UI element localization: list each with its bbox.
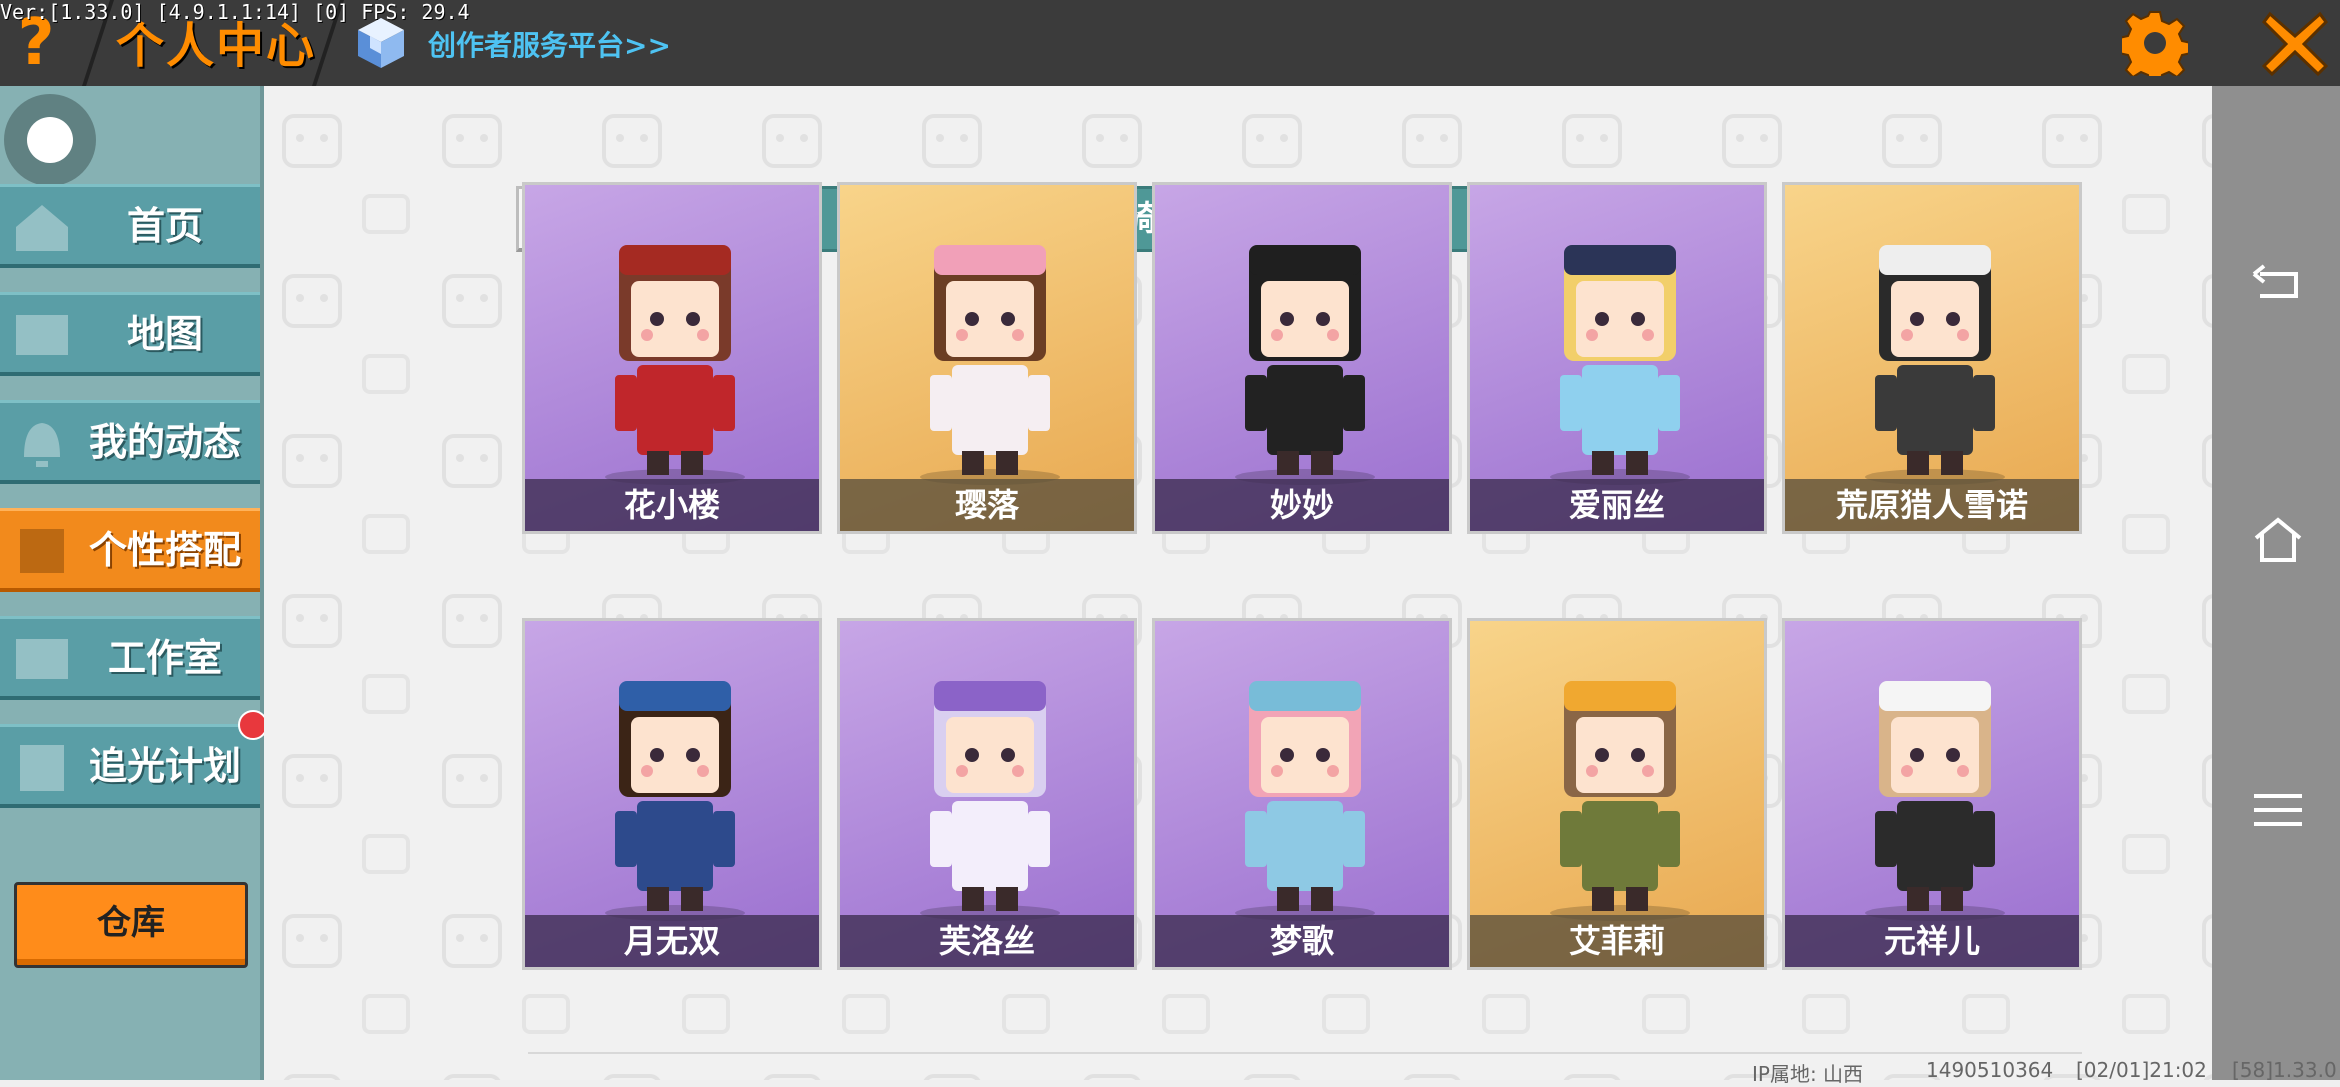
character-figure <box>1235 681 1375 921</box>
character-figure <box>1865 245 2005 485</box>
skin-name-bar: 妙妙 <box>1155 479 1449 531</box>
back-icon[interactable] <box>2250 256 2306 312</box>
sidebar-item-map[interactable]: 地图 <box>0 292 260 376</box>
sidebar-item-label: 地图 <box>126 312 203 356</box>
skin-name-bar: 璎落 <box>840 479 1134 531</box>
sidebar-item-activity[interactable]: 我的动态 <box>0 400 260 484</box>
sidebar-item-label: 我的动态 <box>88 420 241 464</box>
divider <box>528 1052 2082 1054</box>
main-content: 装扮 搭配 坐骑 武器 花小楼璎落妙妙爱丽丝荒原猎人雪诺月无双芙洛丝梦歌艾菲莉元… <box>264 86 2212 1080</box>
skin-name: 璎落 <box>954 486 1019 524</box>
studio-icon <box>16 639 68 679</box>
skin-name: 月无双 <box>623 922 720 960</box>
skin-name-bar: 梦歌 <box>1155 915 1449 967</box>
ip-location: IP属地: 山西 <box>1752 1062 1864 1086</box>
sidebar-item-home[interactable]: 首页 <box>0 184 260 268</box>
skin-name: 芙洛丝 <box>938 922 1035 960</box>
skin-name-bar: 荒原猎人雪诺 <box>1785 479 2079 531</box>
skin-card[interactable]: 芙洛丝 <box>837 618 1137 970</box>
character-figure <box>605 681 745 921</box>
skin-card[interactable]: 元祥儿 <box>1782 618 2082 970</box>
skin-name-bar: 爱丽丝 <box>1470 479 1764 531</box>
skin-name: 艾菲莉 <box>1568 922 1665 960</box>
character-icon <box>20 529 64 573</box>
sidebar-item-label: 追光计划 <box>88 744 241 788</box>
skin-name-bar: 元祥儿 <box>1785 915 2079 967</box>
character-figure <box>605 245 745 485</box>
debug-version-text: Ver:[1.33.0] [4.9.1.1:14] [0] FPS: 29.4 <box>0 0 470 24</box>
character-figure <box>1235 245 1375 485</box>
skin-name-bar: 花小楼 <box>525 479 819 531</box>
skin-card[interactable]: 璎落 <box>837 182 1137 534</box>
skin-name: 爱丽丝 <box>1568 486 1665 524</box>
skin-card[interactable]: 花小楼 <box>522 182 822 534</box>
sidebar-item-label: 个性搭配 <box>88 528 241 572</box>
skin-card[interactable]: 爱丽丝 <box>1467 182 1767 534</box>
skin-name: 梦歌 <box>1269 922 1334 960</box>
sidebar-item-personalize[interactable]: 个性搭配 <box>0 508 260 592</box>
timestamp: [02/01]21:02 <box>2076 1058 2207 1082</box>
sidebar-item-label: 工作室 <box>107 636 222 680</box>
skin-card[interactable]: 月无双 <box>522 618 822 970</box>
warehouse-button[interactable]: 仓库 <box>14 882 248 968</box>
cube-icon[interactable] <box>356 16 406 70</box>
skin-name: 妙妙 <box>1269 486 1334 524</box>
skin-name-bar: 艾菲莉 <box>1470 915 1764 967</box>
skin-name: 荒原猎人雪诺 <box>1835 486 2028 524</box>
home-nav-icon[interactable] <box>2250 512 2306 568</box>
character-figure <box>1865 681 2005 921</box>
sidebar-item-chase-light[interactable]: 追光计划 <box>0 724 260 808</box>
bell-icon <box>24 423 60 467</box>
skin-name: 元祥儿 <box>1883 922 1980 960</box>
creator-platform-link[interactable]: 创作者服务平台>> <box>428 24 671 64</box>
skin-name: 花小楼 <box>623 486 720 524</box>
notebook-icon <box>20 745 64 791</box>
skin-card[interactable]: 梦歌 <box>1152 618 1452 970</box>
sidebar-item-studio[interactable]: 工作室 <box>0 616 260 700</box>
character-figure <box>1550 681 1690 921</box>
map-icon <box>16 315 68 355</box>
sidebar-item-label: 首页 <box>126 204 203 248</box>
skin-name-bar: 芙洛丝 <box>840 915 1134 967</box>
home-icon <box>16 205 68 251</box>
avatar-dot <box>27 117 73 163</box>
skin-card[interactable]: 荒原猎人雪诺 <box>1782 182 2082 534</box>
skin-name-bar: 月无双 <box>525 915 819 967</box>
menu-icon[interactable] <box>2250 782 2306 838</box>
close-icon[interactable] <box>2260 8 2330 78</box>
character-figure <box>920 681 1060 921</box>
user-id: 1490510364 <box>1926 1058 2054 1082</box>
gear-icon[interactable] <box>2122 10 2188 76</box>
warehouse-label: 仓库 <box>97 903 165 943</box>
build-version: [58]1.33.0 <box>2232 1058 2337 1082</box>
character-figure <box>1550 245 1690 485</box>
skin-card[interactable]: 艾菲莉 <box>1467 618 1767 970</box>
skin-card[interactable]: 妙妙 <box>1152 182 1452 534</box>
character-figure <box>920 245 1060 485</box>
